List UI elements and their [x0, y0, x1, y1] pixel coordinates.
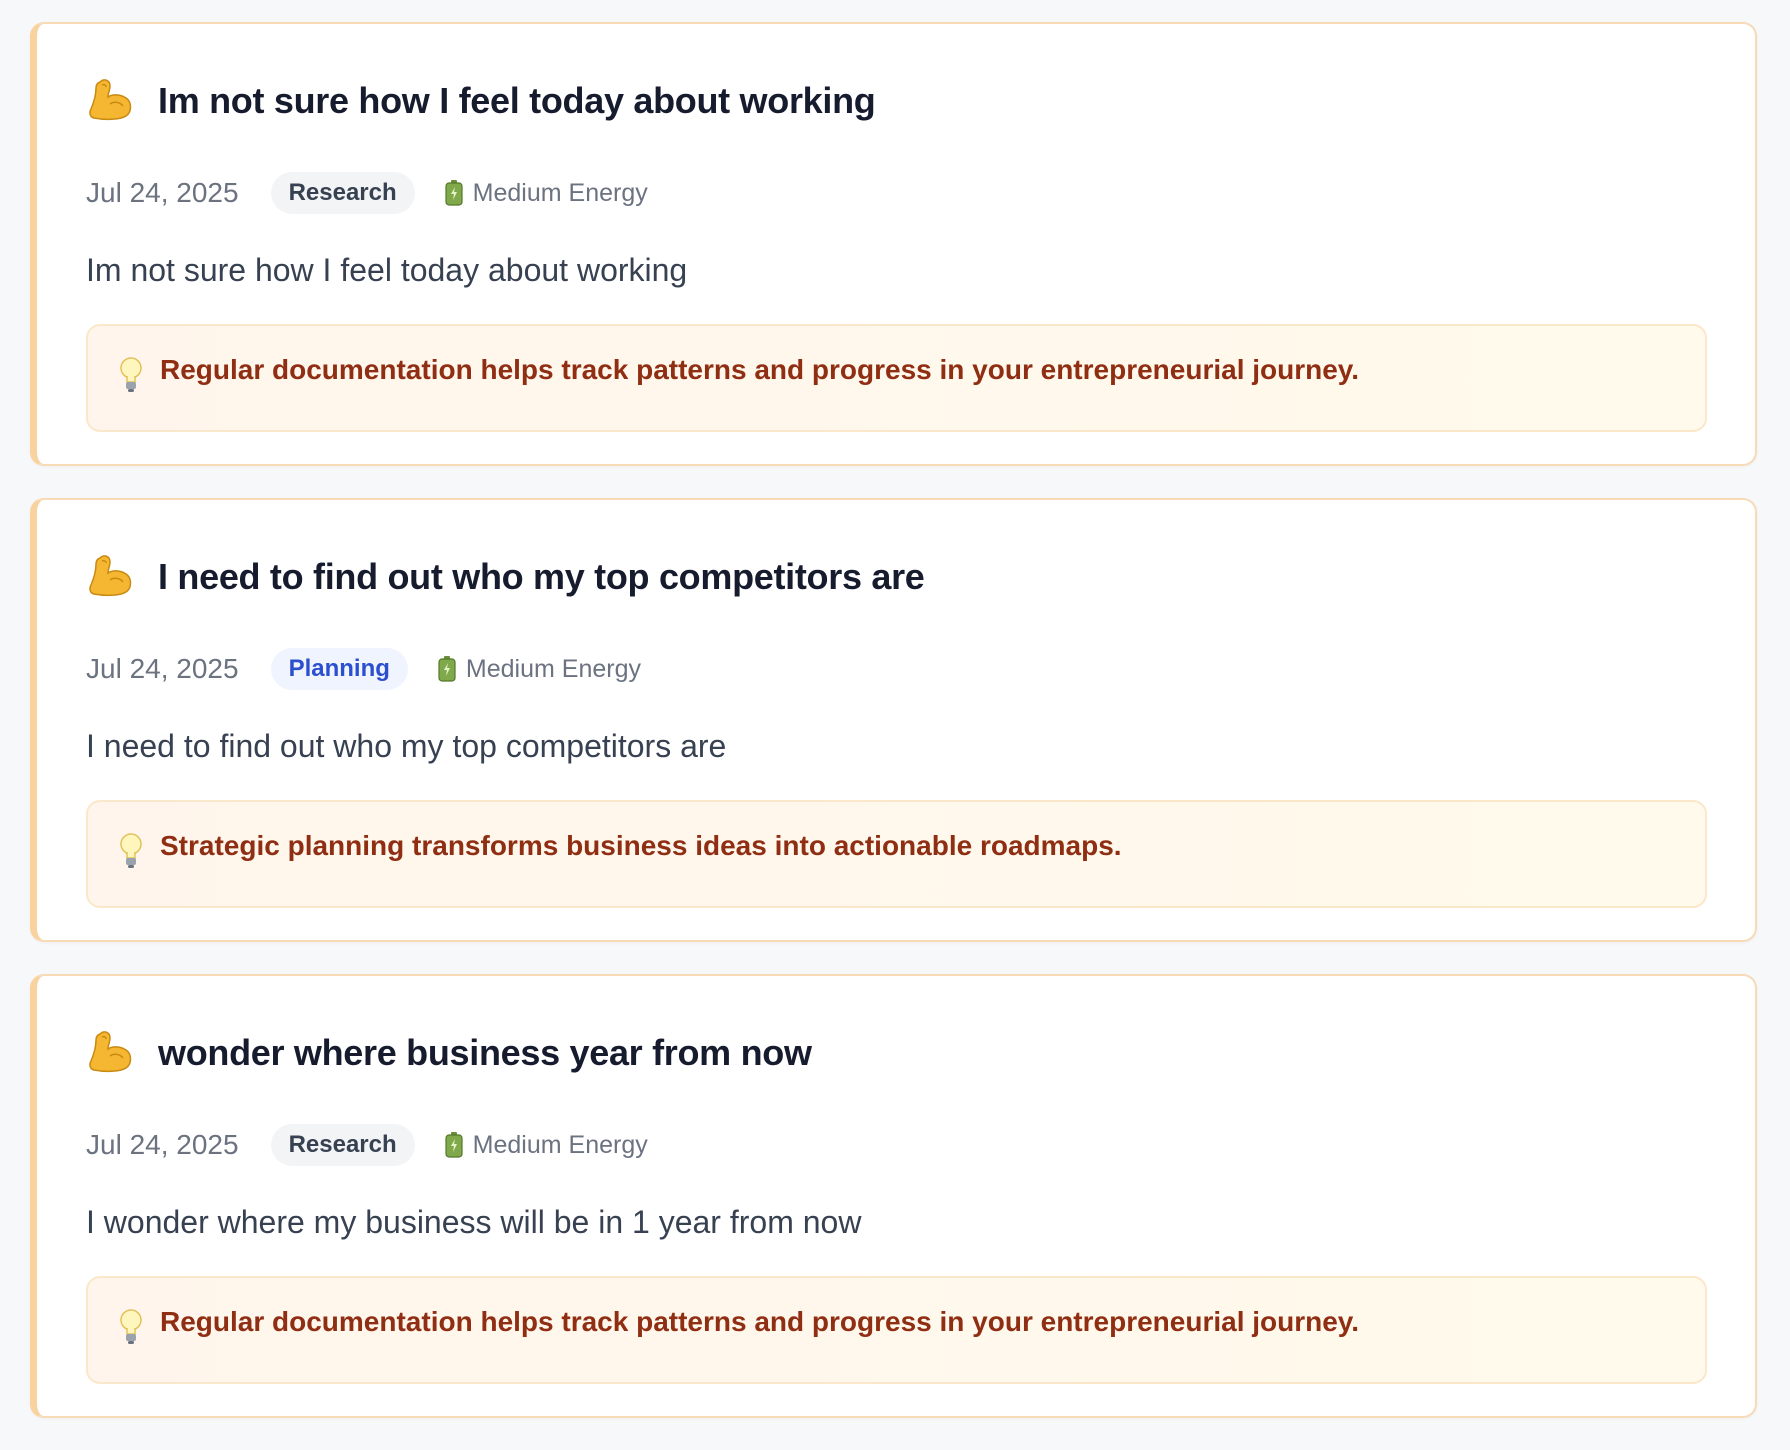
- entry-title: wonder where business year from now: [158, 1032, 812, 1073]
- entry-card[interactable]: wonder where business year from now Jul …: [30, 974, 1757, 1418]
- insight-text: Regular documentation helps track patter…: [160, 354, 1360, 385]
- entry-header: wonder where business year from now: [86, 1028, 812, 1078]
- entry-meta: Jul 24, 2025 Research Medium Energy: [86, 172, 648, 214]
- energy-level: Medium Energy: [445, 179, 648, 208]
- entry-header: Im not sure how I feel today about worki…: [86, 76, 876, 126]
- entry-title: I need to find out who my top competitor…: [158, 556, 925, 597]
- entry-content: I wonder where my business will be in 1 …: [86, 1204, 862, 1240]
- entry-content: I need to find out who my top competitor…: [86, 728, 727, 764]
- insight-box: Regular documentation helps track patter…: [86, 1276, 1707, 1384]
- entry-date: Jul 24, 2025: [86, 177, 239, 208]
- light-bulb-icon: [118, 832, 144, 870]
- battery-icon: [445, 180, 463, 206]
- entry-meta: Jul 24, 2025 Research Medium Energy: [86, 1124, 648, 1166]
- insight-box: Strategic planning transforms business i…: [86, 800, 1707, 908]
- entry-feed: Im not sure how I feel today about worki…: [30, 22, 1757, 1450]
- entry-title: Im not sure how I feel today about worki…: [158, 80, 876, 121]
- energy-label: Medium Energy: [472, 178, 648, 207]
- category-tag: Research: [270, 172, 415, 214]
- category-tag: Research: [270, 1124, 415, 1166]
- insight-text: Strategic planning transforms business i…: [160, 830, 1122, 861]
- light-bulb-icon: [118, 356, 144, 394]
- entry-content: Im not sure how I feel today about worki…: [86, 252, 688, 288]
- entry-header: I need to find out who my top competitor…: [86, 552, 925, 602]
- entry-date: Jul 24, 2025: [86, 653, 239, 684]
- light-bulb-icon: [118, 1308, 144, 1346]
- battery-icon: [438, 656, 456, 682]
- flexed-biceps-icon: [86, 76, 136, 126]
- energy-level: Medium Energy: [445, 1131, 648, 1160]
- entry-date: Jul 24, 2025: [86, 1129, 239, 1160]
- energy-label: Medium Energy: [472, 1130, 648, 1159]
- entry-meta: Jul 24, 2025 Planning Medium Energy: [86, 648, 641, 690]
- entry-card[interactable]: I need to find out who my top competitor…: [30, 498, 1757, 942]
- insight-text: Regular documentation helps track patter…: [160, 1306, 1360, 1337]
- battery-icon: [445, 1132, 463, 1158]
- flexed-biceps-icon: [86, 552, 136, 602]
- entry-card[interactable]: Im not sure how I feel today about worki…: [30, 22, 1757, 466]
- insight-box: Regular documentation helps track patter…: [86, 324, 1707, 432]
- energy-label: Medium Energy: [465, 654, 641, 683]
- category-tag: Planning: [270, 648, 408, 690]
- energy-level: Medium Energy: [438, 655, 641, 684]
- flexed-biceps-icon: [86, 1028, 136, 1078]
